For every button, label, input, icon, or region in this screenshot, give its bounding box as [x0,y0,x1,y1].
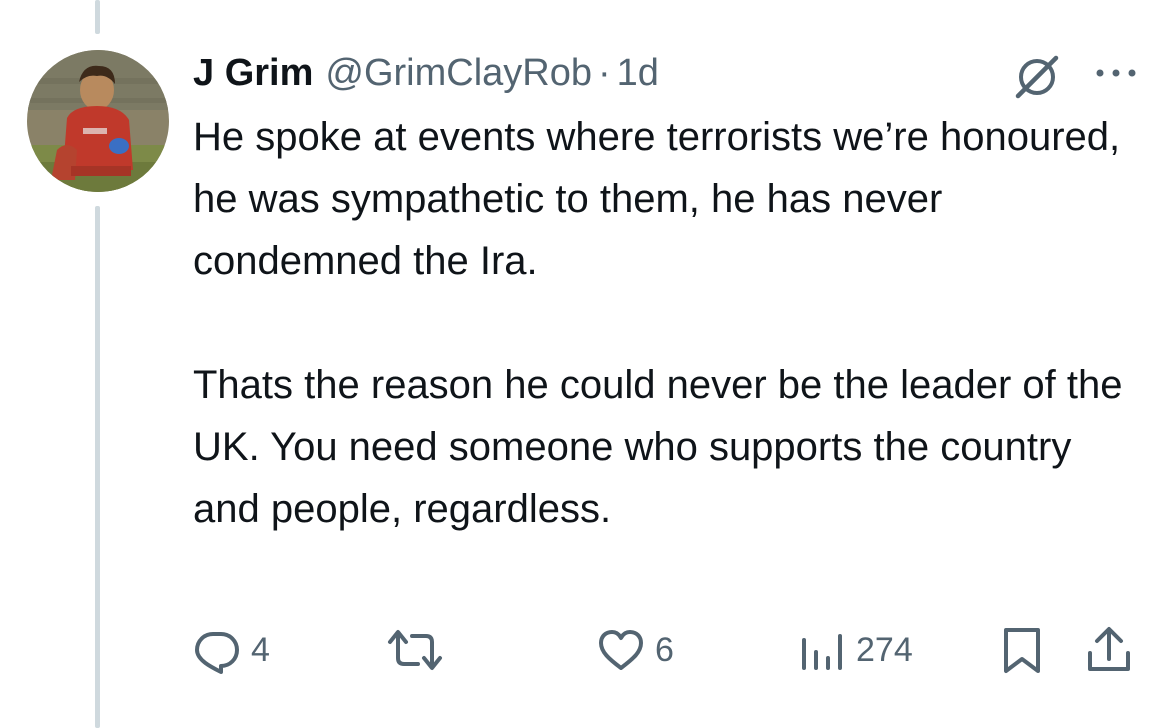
author-display-name[interactable]: J Grim [193,52,313,95]
share-icon [1084,625,1134,675]
avatar[interactable] [27,50,169,192]
views-button[interactable]: 274 [798,620,913,680]
reply-icon [193,626,241,674]
like-count: 6 [655,630,674,669]
share-button[interactable] [1084,620,1134,680]
repost-icon [386,626,444,674]
bookmark-button[interactable] [998,620,1046,680]
header-separator: · [598,51,611,94]
tweet-paragraph: Thats the reason he could never be the l… [193,363,1123,531]
heart-icon [597,626,645,674]
bookmark-icon [998,626,1046,674]
views-count: 274 [856,630,913,669]
like-button[interactable]: 6 [597,620,674,680]
tweet-timestamp[interactable]: 1d [617,52,659,95]
tweet-header: J Grim @GrimClayRob · 1d [193,50,659,96]
grok-icon[interactable] [1012,52,1060,100]
more-options-icon[interactable] [1090,58,1142,88]
tweet-actions-bar: 4 6 274 [0,620,1170,680]
tweet-paragraph: He spoke at events where terrorists we’r… [193,115,1121,283]
reply-count: 4 [251,630,270,669]
repost-button[interactable] [386,620,454,680]
thread-line-top [95,0,100,34]
author-handle[interactable]: @GrimClayRob [325,52,592,95]
reply-button[interactable]: 4 [193,620,270,680]
views-chart-icon [798,626,846,674]
tweet-text: He spoke at events where terrorists we’r… [193,106,1133,540]
